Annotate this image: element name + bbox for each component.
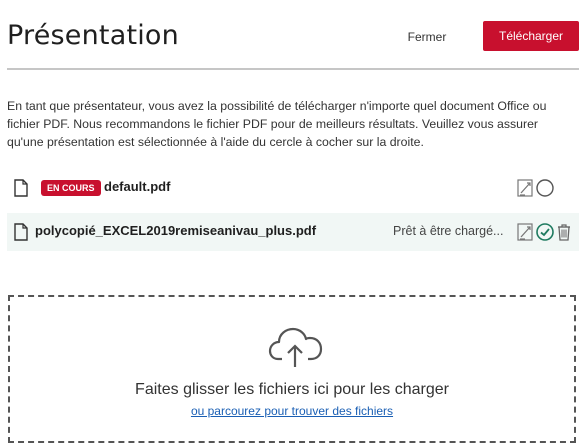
cloud-upload-icon (268, 325, 324, 369)
page-title: Présentation (7, 20, 179, 51)
file-name: polycopié_EXCEL2019remiseanivau_plus.pdf (35, 223, 317, 238)
download-toggle-icon[interactable] (516, 222, 536, 242)
download-toggle-icon[interactable] (516, 178, 536, 198)
dropzone-instruction: Faites glisser les fichiers ici pour les… (135, 381, 449, 398)
header-divider (7, 68, 579, 70)
trash-icon[interactable] (554, 222, 574, 242)
browse-files-link[interactable]: ou parcourez pour trouver des fichiers (10, 404, 574, 418)
file-icon (14, 179, 28, 197)
description-text: En tant que présentateur, vous avez la p… (7, 99, 547, 149)
file-icon (14, 223, 28, 241)
file-row-polycopie: polycopié_EXCEL2019remiseanivau_plus.pdf… (7, 213, 579, 251)
upload-button[interactable]: Télécharger (483, 21, 579, 51)
file-row-default: EN COURS default.pdf (7, 169, 579, 207)
file-dropzone[interactable]: Faites glisser les fichiers ici pour les… (8, 295, 576, 443)
close-button[interactable]: Fermer (396, 22, 458, 52)
file-name: default.pdf (104, 179, 171, 194)
current-badge: EN COURS (41, 180, 101, 196)
file-status: Prêt à être chargé... (393, 224, 504, 238)
check-circle-icon[interactable] (535, 222, 555, 242)
select-circle-icon[interactable] (535, 178, 555, 198)
